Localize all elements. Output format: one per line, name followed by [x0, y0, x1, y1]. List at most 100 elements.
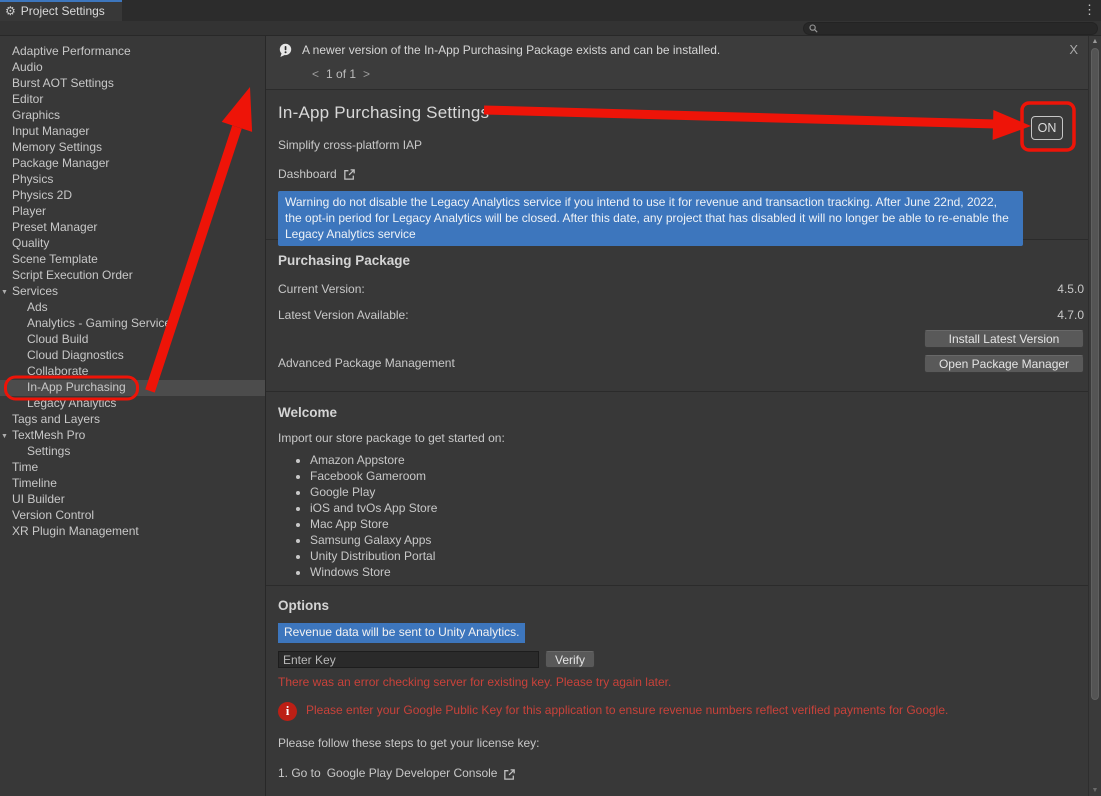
sidebar-item-preset-manager[interactable]: Preset Manager	[0, 220, 265, 236]
main-panel: A newer version of the In-App Purchasing…	[266, 36, 1088, 796]
sidebar-item-services[interactable]: ▼ Services	[0, 284, 265, 300]
sidebar-item-script-execution-order[interactable]: Script Execution Order	[0, 268, 265, 284]
external-link-icon[interactable]	[503, 768, 516, 781]
scrollbar-thumb[interactable]	[1091, 48, 1099, 700]
sidebar-item-ads[interactable]: Ads	[0, 300, 265, 316]
sidebar-item-label: Cloud Build	[27, 332, 88, 348]
sidebar-item-label: UI Builder	[12, 492, 65, 508]
google-play-console-link[interactable]: Google Play Developer Console	[327, 766, 498, 782]
verify-button[interactable]: Verify	[545, 651, 595, 668]
project-settings-window: ⚙ Project Settings ⋮ Adaptive Performanc…	[0, 0, 1101, 796]
kebab-menu-icon[interactable]: ⋮	[1083, 2, 1096, 19]
section-heading-options: Options	[278, 597, 1076, 615]
service-on-toggle[interactable]: ON	[1031, 116, 1063, 140]
legacy-analytics-warning: Warning do not disable the Legacy Analyt…	[278, 191, 1023, 246]
sidebar-item-player[interactable]: Player	[0, 204, 265, 220]
version-label: Latest Version Available:	[278, 308, 409, 324]
title-bar: ⚙ Project Settings ⋮	[0, 0, 1101, 21]
step1-text: 1. Go to	[278, 766, 321, 782]
welcome-intro: Import our store package to get started …	[278, 431, 1076, 447]
sidebar-item-label: Cloud Diagnostics	[27, 348, 124, 364]
install-latest-version-button[interactable]: Install Latest Version	[924, 330, 1084, 348]
notification-bar: A newer version of the In-App Purchasing…	[266, 36, 1088, 90]
page-subtitle: Simplify cross-platform IAP	[278, 138, 1076, 154]
sidebar-item-physics-2d[interactable]: Physics 2D	[0, 188, 265, 204]
store-list-item: Mac App Store	[310, 516, 1076, 532]
dashboard-link[interactable]: Dashboard	[278, 167, 337, 183]
sidebar-item-label: Time	[12, 460, 38, 476]
section-heading-purchasing: Purchasing Package	[278, 252, 1084, 270]
console-message-icon	[278, 43, 293, 58]
scroll-up-icon[interactable]: ▲	[1089, 37, 1101, 46]
key-check-error-text: There was an error checking server for e…	[278, 675, 1076, 691]
sidebar-item-label: Adaptive Performance	[12, 44, 131, 60]
sidebar-item-label: Services	[12, 284, 58, 300]
sidebar-item-physics[interactable]: Physics	[0, 172, 265, 188]
welcome-section: Welcome Import our store package to get …	[266, 392, 1088, 586]
sidebar-item-settings[interactable]: Settings	[0, 444, 265, 460]
sidebar-item-package-manager[interactable]: Package Manager	[0, 156, 265, 172]
version-label: Current Version:	[278, 282, 365, 298]
sidebar-item-time[interactable]: Time	[0, 460, 265, 476]
section-heading-welcome: Welcome	[278, 404, 1076, 422]
version-row: Current Version: 4.5.0	[278, 282, 1084, 298]
sidebar-item-label: Settings	[27, 444, 70, 460]
sidebar-item-legacy-analytics[interactable]: Legacy Analytics	[0, 396, 265, 412]
sidebar-item-label: Audio	[12, 60, 43, 76]
chevron-down-icon[interactable]: ▼	[1, 288, 8, 297]
sidebar-item-scene-template[interactable]: Scene Template	[0, 252, 265, 268]
tab-project-settings[interactable]: ⚙ Project Settings	[0, 0, 122, 21]
sidebar-item-analytics-gaming-services[interactable]: Analytics - Gaming Services	[0, 316, 265, 332]
sidebar-item-textmesh-pro[interactable]: ▼TextMesh Pro	[0, 428, 265, 444]
sidebar-item-label: XR Plugin Management	[12, 524, 139, 540]
version-value: 4.5.0	[1057, 282, 1084, 298]
sidebar-item-label: Tags and Layers	[12, 412, 100, 428]
sidebar-item-label: Script Execution Order	[12, 268, 133, 284]
sidebar-item-cloud-diagnostics[interactable]: Cloud Diagnostics	[0, 348, 265, 364]
sidebar-item-editor[interactable]: Editor	[0, 92, 265, 108]
store-list-item: Windows Store	[310, 564, 1076, 580]
open-package-manager-button[interactable]: Open Package Manager	[924, 355, 1084, 373]
sidebar-item-xr-plugin-management[interactable]: XR Plugin Management	[0, 524, 265, 540]
scroll-down-icon[interactable]: ▼	[1089, 786, 1101, 795]
sidebar-item-audio[interactable]: Audio	[0, 60, 265, 76]
pager-next-icon[interactable]: >	[363, 67, 370, 83]
sidebar-item-label: Ads	[27, 300, 48, 316]
enter-key-input[interactable]	[278, 651, 539, 668]
store-list-item: Amazon Appstore	[310, 452, 1076, 468]
sidebar-item-graphics[interactable]: Graphics	[0, 108, 265, 124]
sidebar-item-version-control[interactable]: Version Control	[0, 508, 265, 524]
sidebar-item-label: Preset Manager	[12, 220, 97, 236]
sidebar-item-label: Scene Template	[12, 252, 98, 268]
store-list-item: iOS and tvOs App Store	[310, 500, 1076, 516]
store-list-item: Unity Distribution Portal	[310, 548, 1076, 564]
sidebar-item-label: Burst AOT Settings	[12, 76, 114, 92]
gear-icon: ⚙	[5, 4, 16, 20]
advanced-package-label: Advanced Package Management	[278, 356, 455, 372]
version-row: Latest Version Available:4.7.0	[278, 308, 1084, 324]
pager-prev-icon[interactable]: <	[312, 67, 319, 83]
store-list-item: Samsung Galaxy Apps	[310, 532, 1076, 548]
external-link-icon[interactable]	[343, 168, 356, 181]
sidebar-item-timeline[interactable]: Timeline	[0, 476, 265, 492]
sidebar-item-tags-and-layers[interactable]: Tags and Layers	[0, 412, 265, 428]
search-box[interactable]	[803, 22, 1098, 35]
sidebar-item-label: Graphics	[12, 108, 60, 124]
sidebar-item-cloud-build[interactable]: Cloud Build	[0, 332, 265, 348]
sidebar-item-label: Version Control	[12, 508, 94, 524]
sidebar-item-input-manager[interactable]: Input Manager	[0, 124, 265, 140]
sidebar-item-label: In-App Purchasing	[27, 380, 126, 396]
sidebar-item-ui-builder[interactable]: UI Builder	[0, 492, 265, 508]
settings-sidebar: Adaptive PerformanceAudioBurst AOT Setti…	[0, 36, 266, 796]
sidebar-item-in-app-purchasing[interactable]: In-App Purchasing	[0, 380, 265, 396]
sidebar-item-memory-settings[interactable]: Memory Settings	[0, 140, 265, 156]
sidebar-item-burst-aot-settings[interactable]: Burst AOT Settings	[0, 76, 265, 92]
vertical-scrollbar[interactable]: ▲ ▼	[1088, 36, 1101, 796]
sidebar-item-collaborate[interactable]: Collaborate	[0, 364, 265, 380]
close-icon[interactable]: X	[1069, 42, 1078, 59]
sidebar-item-adaptive-performance[interactable]: Adaptive Performance	[0, 44, 265, 60]
toolbar	[0, 21, 1101, 36]
sidebar-item-quality[interactable]: Quality	[0, 236, 265, 252]
search-input[interactable]	[821, 23, 1097, 34]
chevron-down-icon[interactable]: ▼	[1, 432, 8, 441]
